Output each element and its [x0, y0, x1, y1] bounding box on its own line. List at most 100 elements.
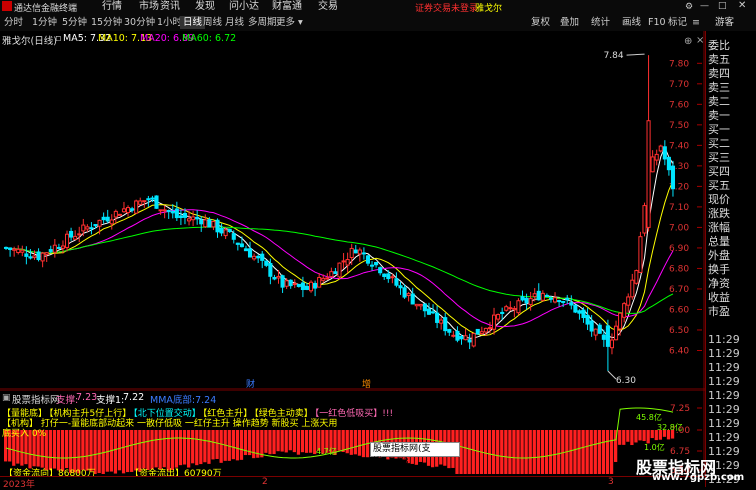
tab-1min[interactable]: 1分钟 — [32, 16, 57, 29]
candle-body — [121, 208, 127, 213]
candle-body — [321, 277, 326, 281]
candle-body — [520, 296, 525, 301]
quote-row-label: 买一 — [708, 123, 730, 136]
maximize-icon[interactable]: □ — [718, 1, 727, 11]
candle-body — [634, 270, 639, 284]
tab-weekly[interactable]: 周线 — [203, 16, 222, 29]
tab-15min[interactable]: 15分钟 — [91, 16, 122, 29]
menu-icon[interactable]: ≡ — [692, 16, 700, 29]
candle-body — [394, 278, 399, 286]
fund-bar — [540, 430, 545, 474]
tab-daily[interactable]: 日线 — [180, 16, 206, 29]
f10-button[interactable]: F10 — [648, 16, 666, 29]
fund-bar — [492, 430, 496, 474]
tab-1hour[interactable]: 1小时 — [157, 16, 182, 29]
fund-bar — [349, 430, 353, 455]
candle-body — [524, 297, 529, 304]
kline-chart[interactable]: 7.80 7.70 7.60 7.50 7.40 7.30 7.20 7.10 7.00 6.90… — [0, 31, 705, 390]
candle-body — [64, 233, 70, 248]
fund-bar — [553, 430, 557, 474]
fund-value-label: 32.8亿 — [657, 422, 683, 432]
stats-button[interactable]: 统计 — [591, 16, 610, 29]
candle-body — [195, 216, 200, 220]
minimize-icon[interactable]: — — [700, 1, 709, 11]
fund-bar — [142, 430, 146, 469]
candle-body — [239, 243, 244, 248]
y-tick-label: 6.40 — [669, 346, 689, 356]
fund-bar — [195, 430, 199, 466]
gear-icon[interactable]: ⚙ — [685, 2, 693, 12]
tab-30min[interactable]: 30分钟 — [124, 16, 155, 29]
candle-body — [666, 156, 671, 171]
quote-row-label: 卖五 — [708, 53, 730, 66]
quote-panel: 委比 卖五 卖四 卖三 卖二 卖一 买一 买二 买三 买四 买五 现价 涨跌 涨幅 总量 外盘 换手 净资 收益 市盈… — [705, 31, 756, 487]
fund-bar — [182, 430, 187, 465]
candle-body — [284, 280, 289, 287]
fund-bar — [516, 430, 520, 474]
candle-body — [455, 330, 460, 341]
guest-label[interactable]: 游客 — [715, 16, 734, 29]
candle-body — [622, 303, 627, 318]
overlay-button[interactable]: 叠加 — [560, 16, 579, 29]
fund-bar — [211, 430, 215, 460]
restore-rights-button[interactable]: 复权 — [531, 16, 550, 29]
candle-body — [247, 248, 253, 258]
app-title: 通达信金融终端 — [14, 4, 78, 14]
quote-row-label: 卖二 — [708, 95, 730, 108]
candle-body — [69, 230, 74, 238]
close-icon[interactable]: × — [696, 35, 704, 46]
menu-wealth[interactable]: 财富通 — [272, 0, 302, 14]
candle-body — [304, 286, 310, 290]
menu-ask[interactable]: 问小达 — [229, 0, 259, 14]
candle-body — [658, 145, 663, 152]
menu-market[interactable]: 市场 — [139, 0, 159, 14]
fund-bar — [60, 430, 65, 472]
candle-body — [516, 300, 521, 314]
legend-toggle-icon[interactable]: ▫ — [55, 33, 61, 44]
candle-body — [207, 219, 212, 228]
menu-discover[interactable]: 发现 — [195, 0, 215, 14]
candle-body — [97, 219, 102, 227]
candle-body — [491, 314, 497, 330]
support-value: 7.23 — [76, 392, 98, 403]
candle-body — [430, 311, 436, 314]
candle-body — [365, 255, 371, 264]
date-label-feb: 2 — [262, 477, 268, 487]
indicator-legend-line2: 【机构】 打仔一-量能底部动起来 一散仔低吸 一红仔主升 操作趋势 新股买 上涨… — [2, 419, 338, 429]
draw-button[interactable]: 画线 — [622, 16, 641, 29]
tab-intraday[interactable]: 分时 — [4, 16, 23, 29]
close-icon[interactable]: ✕ — [738, 0, 746, 11]
candle-body — [333, 271, 338, 275]
quote-row-label: 涨跌 — [708, 207, 730, 220]
login-notice[interactable]: 证券交易未登录 — [415, 1, 478, 14]
candle-body — [406, 293, 411, 296]
candle-body — [630, 279, 635, 298]
candle-body — [40, 252, 45, 262]
menu-news[interactable]: 资讯 — [160, 0, 180, 14]
tab-multi-period[interactable]: 多周期 — [248, 16, 277, 29]
fund-bar — [284, 430, 288, 453]
candle-body — [227, 228, 232, 233]
menu-trade[interactable]: 交易 — [318, 0, 338, 14]
chevron-down-icon[interactable]: ▾ — [298, 16, 303, 29]
fund-bar — [191, 430, 195, 464]
high-label: 7.84 — [604, 51, 624, 61]
indicator-title[interactable]: 股票指标网 — [12, 392, 60, 406]
tab-more[interactable]: 更多 — [276, 16, 295, 29]
fund-bar — [105, 430, 109, 472]
candle-body — [154, 195, 159, 209]
candle-body — [52, 244, 57, 253]
settings-icon[interactable]: ⊕ — [684, 36, 692, 47]
menu-quotes[interactable]: 行情 — [102, 0, 122, 14]
tab-5min[interactable]: 5分钟 — [62, 16, 87, 29]
y-tick-label: 6.80 — [669, 264, 689, 274]
fund-bar — [97, 430, 101, 474]
quote-row-label: 卖一 — [708, 109, 730, 122]
tab-monthly[interactable]: 月线 — [225, 16, 244, 29]
y-tick-label: 6.60 — [669, 305, 689, 315]
candle-body — [130, 208, 135, 211]
quote-row-label: 11:29 — [708, 417, 740, 430]
candle-body — [626, 296, 631, 306]
mark-button[interactable]: 标记 — [668, 16, 687, 29]
indicator-collapse-icon[interactable]: ▣ — [2, 393, 11, 403]
